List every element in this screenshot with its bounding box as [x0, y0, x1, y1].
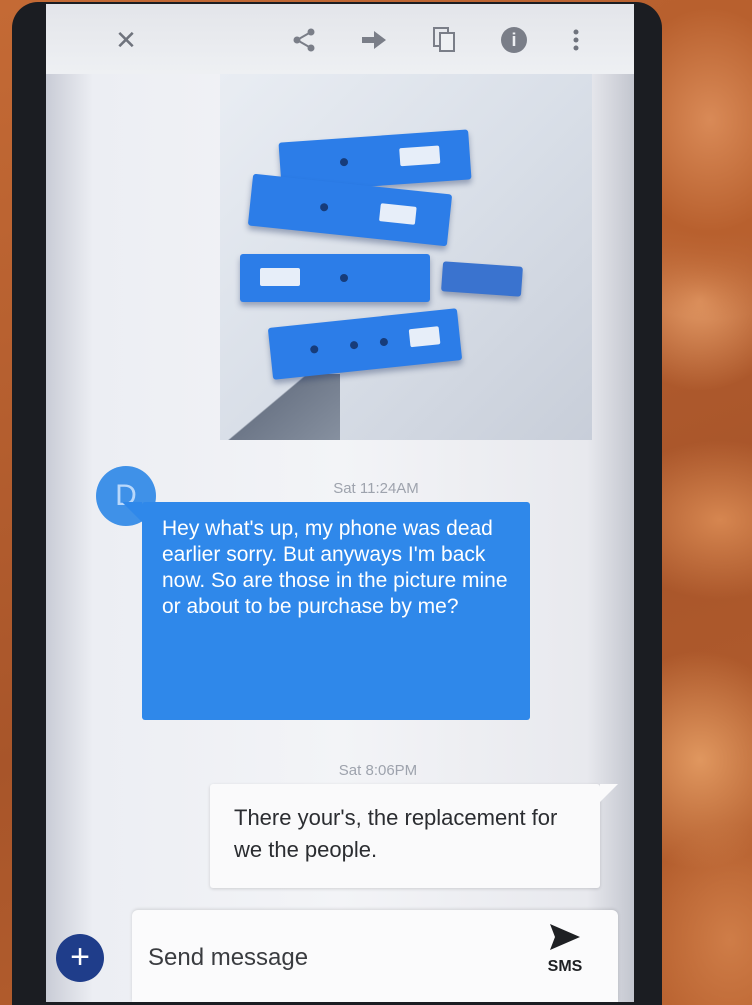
bubble-tail	[122, 502, 142, 522]
attached-photo[interactable]	[220, 74, 592, 440]
send-icon	[530, 924, 600, 958]
messaging-screen: ✕ i Sat 11:24AM D Hey what's up, my phon…	[46, 4, 634, 1002]
more-vert-icon[interactable]	[556, 22, 596, 58]
message-composer: SMS	[132, 910, 618, 1002]
info-icon[interactable]: i	[494, 22, 534, 58]
incoming-message-bubble[interactable]: Hey what's up, my phone was dead earlier…	[122, 502, 530, 720]
send-sms-label: SMS	[547, 958, 583, 975]
outgoing-message-text: There your's, the replacement for we the…	[234, 805, 558, 862]
photo-shadow	[220, 374, 340, 440]
forward-icon[interactable]	[354, 22, 394, 58]
photo-blue-part	[441, 261, 523, 297]
message-timestamp: Sat 8:06PM	[338, 762, 418, 779]
send-sms-button[interactable]: SMS	[530, 924, 600, 996]
photo-blue-part	[247, 173, 453, 247]
top-toolbar: ✕ i	[46, 4, 634, 74]
close-icon[interactable]: ✕	[106, 22, 146, 58]
incoming-message-text: Hey what's up, my phone was dead earlier…	[162, 517, 508, 618]
add-attachment-button[interactable]: +	[56, 934, 104, 982]
photo-blue-part	[240, 254, 430, 302]
bubble-tail	[600, 784, 618, 802]
message-timestamp: Sat 11:24AM	[333, 480, 419, 497]
phone-frame: ✕ i Sat 11:24AM D Hey what's up, my phon…	[12, 2, 662, 1005]
photo-blue-part	[267, 308, 463, 380]
copy-icon[interactable]	[424, 22, 464, 58]
message-input[interactable]	[146, 932, 510, 984]
outgoing-message-bubble[interactable]: There your's, the replacement for we the…	[210, 784, 618, 888]
share-icon[interactable]	[284, 22, 324, 58]
